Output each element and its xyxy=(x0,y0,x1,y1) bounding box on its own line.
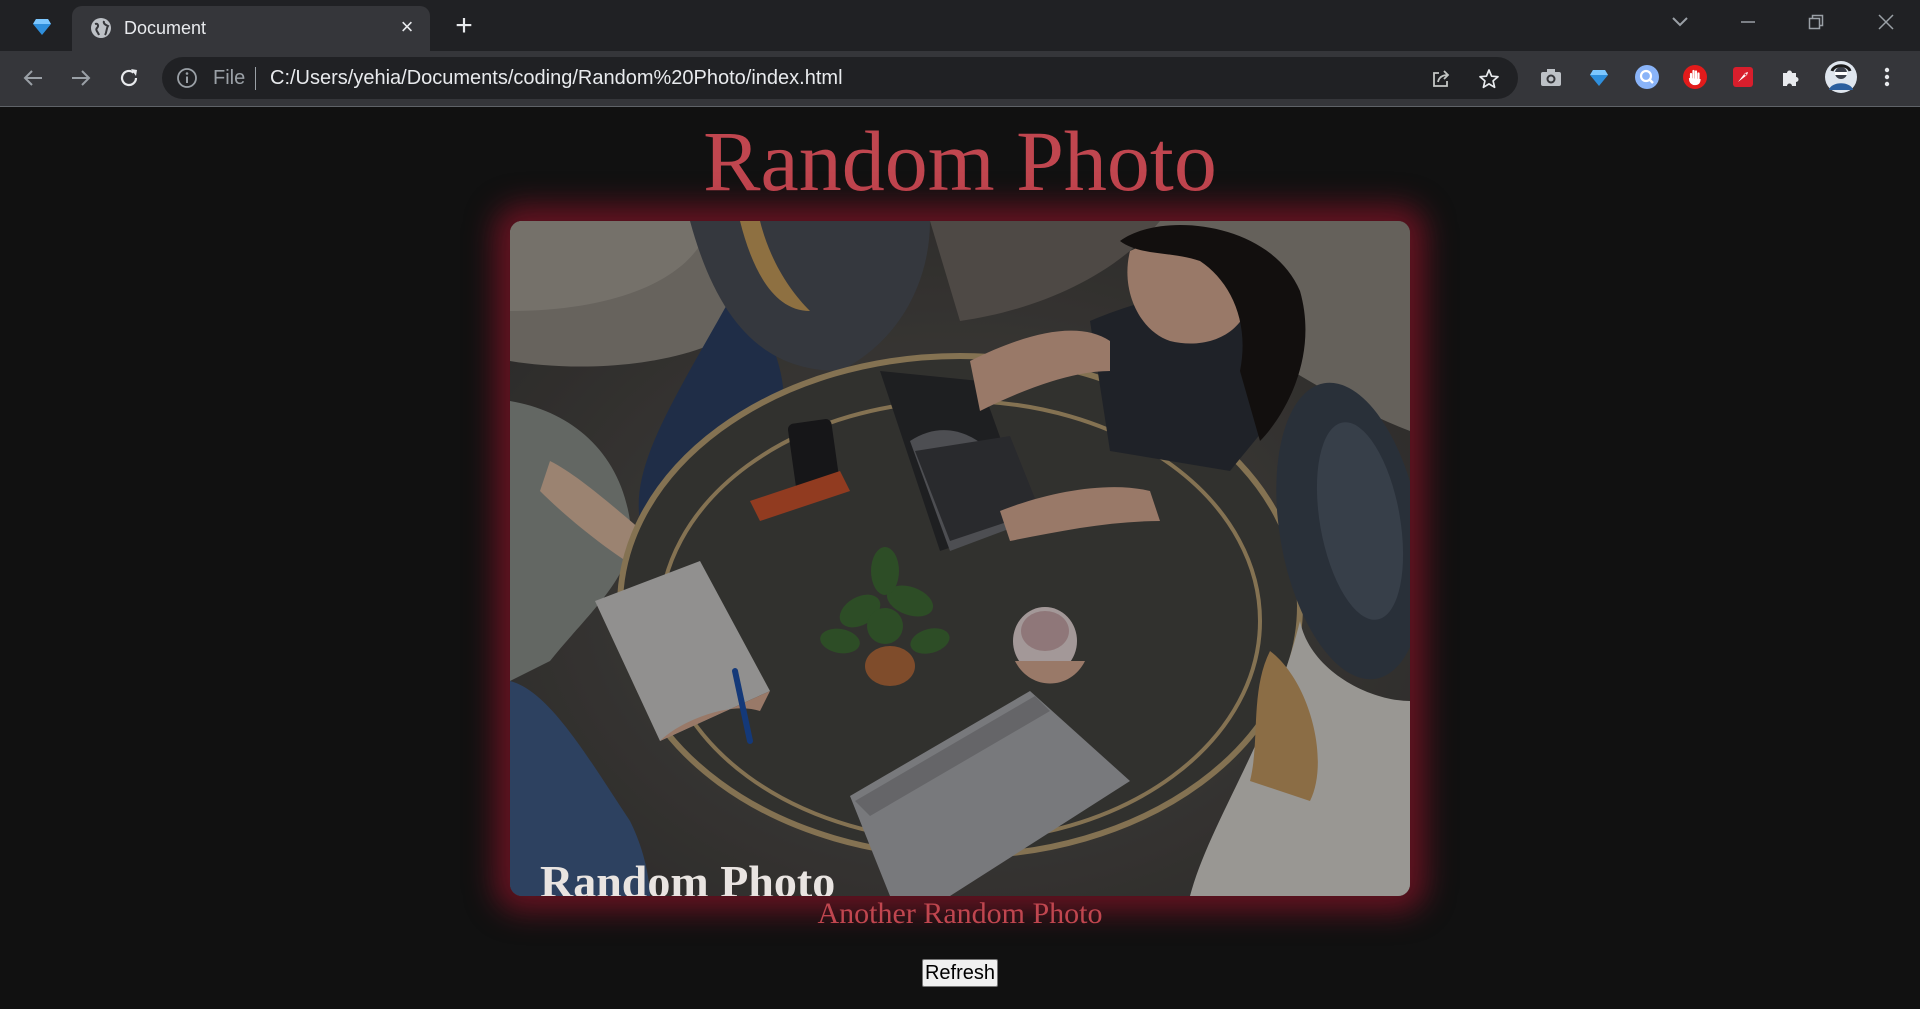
search-extension-icon[interactable] xyxy=(1632,62,1662,92)
gem-icon[interactable] xyxy=(22,12,62,40)
more-menu-icon[interactable] xyxy=(1872,62,1902,92)
photo-image xyxy=(510,221,1410,896)
forward-icon[interactable] xyxy=(64,61,98,95)
minimize-icon[interactable] xyxy=(1728,8,1768,36)
tab-title: Document xyxy=(124,18,207,38)
browser-toolbar: File C:/Users/yehia/Documents/coding/Ran… xyxy=(0,51,1920,107)
reload-icon[interactable] xyxy=(112,61,146,95)
page-heading: Random Photo xyxy=(703,113,1217,209)
another-photo-text: Another Random Photo xyxy=(817,897,1103,930)
close-tab-icon[interactable]: × xyxy=(394,14,420,40)
gem-extension-icon[interactable] xyxy=(1584,62,1614,92)
info-icon[interactable] xyxy=(176,67,198,89)
rocket-extension-icon[interactable] xyxy=(1728,62,1758,92)
browser-chrome: Document × + File C:/Users/yehia/Documen… xyxy=(0,0,1920,107)
restore-icon[interactable] xyxy=(1796,8,1836,36)
back-icon[interactable] xyxy=(16,61,50,95)
tab-document[interactable]: Document × xyxy=(72,6,430,51)
photo-caption: Random Photo xyxy=(540,856,836,896)
star-icon[interactable] xyxy=(1476,66,1502,92)
puzzle-icon[interactable] xyxy=(1776,62,1806,92)
refresh-button[interactable]: Refresh xyxy=(922,959,998,987)
avatar[interactable] xyxy=(1823,59,1859,95)
tab-strip: Document × + xyxy=(0,0,1920,51)
scheme-label: File xyxy=(213,67,246,89)
url-text[interactable]: C:/Users/yehia/Documents/coding/Random%2… xyxy=(270,67,843,90)
tab-search-icon[interactable] xyxy=(1660,8,1700,36)
address-bar[interactable]: File C:/Users/yehia/Documents/coding/Ran… xyxy=(162,57,1518,99)
window-close-icon[interactable] xyxy=(1866,8,1906,36)
camera-icon[interactable] xyxy=(1536,62,1566,92)
address-divider xyxy=(255,67,256,90)
page-content: Random Photo Random Photo Another Random… xyxy=(0,107,1920,1009)
hand-stop-extension-icon[interactable] xyxy=(1680,62,1710,92)
share-icon[interactable] xyxy=(1428,66,1454,92)
new-tab-button[interactable]: + xyxy=(448,9,480,42)
random-photo: Random Photo xyxy=(510,221,1410,896)
globe-icon xyxy=(90,17,112,39)
